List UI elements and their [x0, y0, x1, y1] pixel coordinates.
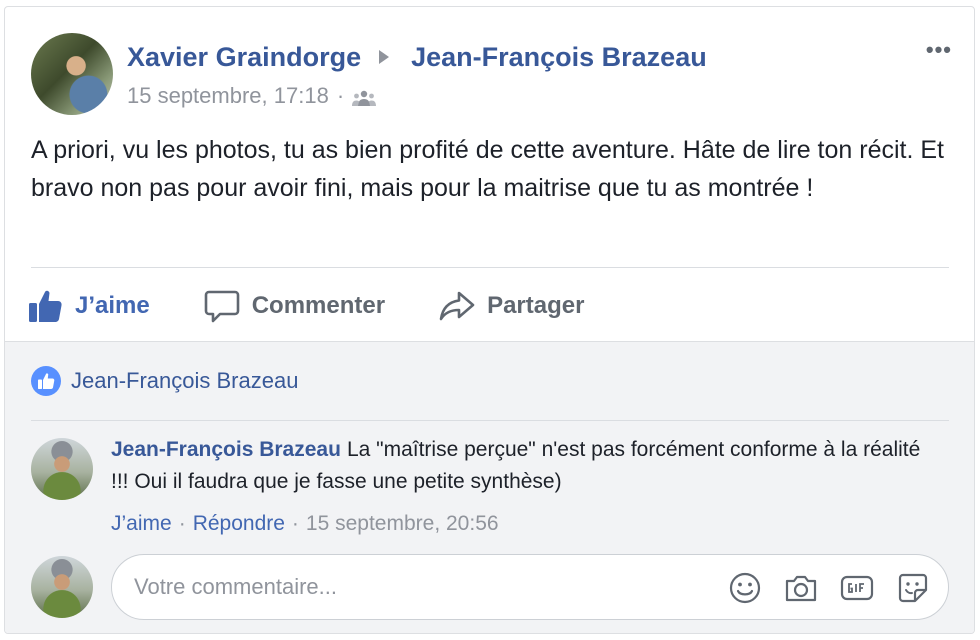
sticker-icon[interactable] — [896, 571, 930, 605]
comment-like-link[interactable]: J’aime — [111, 512, 172, 536]
current-user-avatar[interactable] — [31, 556, 93, 618]
comment-button[interactable]: Commenter — [204, 288, 385, 324]
thumbs-up-icon — [29, 290, 62, 322]
post-actions: J’aime Commenter Partager — [27, 281, 638, 331]
share-button[interactable]: Partager — [439, 288, 584, 324]
comment-input[interactable] — [134, 555, 694, 619]
commenter-avatar[interactable] — [31, 438, 93, 500]
divider — [31, 420, 949, 421]
comments-section: Jean-François Brazeau Jean-François Braz… — [5, 341, 974, 633]
post-header: Xavier Graindorge Jean-François Brazeau — [127, 39, 707, 75]
comment-bubble-icon — [204, 290, 240, 323]
more-options-icon[interactable]: ••• — [926, 39, 952, 61]
like-button[interactable]: J’aime — [27, 288, 150, 324]
recipient-name-link[interactable]: Jean-François Brazeau — [411, 42, 707, 73]
arrow-right-icon — [379, 50, 390, 64]
like-reaction-icon[interactable] — [31, 366, 61, 396]
share-label: Partager — [487, 292, 585, 319]
comment-body: Jean-François Brazeau La "maîtrise perçue… — [111, 434, 931, 498]
post-body: A priori, vu les photos, tu as bien prof… — [31, 136, 945, 202]
comment-composer — [111, 554, 949, 620]
group-icon[interactable] — [352, 87, 377, 106]
post-card: Xavier Graindorge Jean-François Brazeau … — [4, 6, 975, 634]
post-meta: 15 septembre, 17:18 · — [127, 83, 377, 109]
share-arrow-icon — [439, 291, 475, 321]
like-label: J’aime — [75, 292, 150, 319]
liker-name-link[interactable]: Jean-François Brazeau — [71, 368, 298, 394]
meta-separator: · — [336, 83, 345, 108]
divider — [31, 267, 949, 268]
post-timestamp[interactable]: 15 septembre, 17:18 — [127, 83, 329, 109]
comment-meta: J’aime · Répondre · 15 septembre, 20:56 — [111, 512, 499, 536]
author-name-link[interactable]: Xavier Graindorge — [127, 42, 361, 73]
comment-timestamp[interactable]: 15 septembre, 20:56 — [306, 512, 499, 536]
gif-icon[interactable] — [840, 571, 874, 605]
meta-separator: · — [178, 512, 186, 535]
comment-label: Commenter — [251, 292, 386, 319]
meta-separator: · — [291, 512, 299, 535]
emoji-icon[interactable] — [728, 571, 762, 605]
reactions-summary: Jean-François Brazeau — [31, 366, 298, 396]
comment-reply-link[interactable]: Répondre — [193, 512, 285, 536]
author-avatar[interactable] — [31, 33, 113, 115]
camera-icon[interactable] — [784, 571, 818, 605]
composer-icons — [706, 571, 930, 605]
commenter-name-link[interactable]: Jean-François Brazeau — [111, 438, 341, 461]
